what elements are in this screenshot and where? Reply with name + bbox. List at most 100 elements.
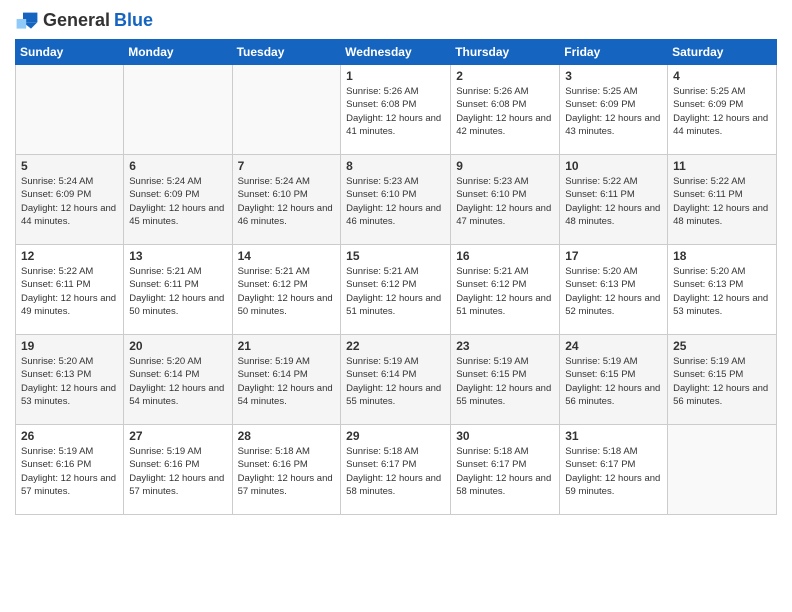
calendar-cell: 23 Sunrise: 5:19 AM Sunset: 6:15 PM Dayli… <box>451 335 560 425</box>
calendar-cell: 20Sunrise: 5:20 AM Sunset: 6:14 PM Dayli… <box>124 335 232 425</box>
day-info: Sunrise: 5:22 AM Sunset: 6:11 PM Dayligh… <box>673 175 771 228</box>
calendar-week-2: 5 Sunrise: 5:24 AM Sunset: 6:09 PM Daylig… <box>16 155 777 245</box>
weekday-header-saturday: Saturday <box>668 40 777 65</box>
day-info: Sunrise: 5:23 AM Sunset: 6:10 PM Dayligh… <box>346 175 445 228</box>
day-info: Sunrise: 5:21 AM Sunset: 6:12 PM Dayligh… <box>456 265 554 318</box>
day-info: Sunrise: 5:18 AM Sunset: 6:16 PM Dayligh… <box>238 445 336 498</box>
calendar-cell: 2 Sunrise: 5:26 AM Sunset: 6:08 PM Daylig… <box>451 65 560 155</box>
weekday-header-tuesday: Tuesday <box>232 40 341 65</box>
day-info: Sunrise: 5:20 AM Sunset: 6:13 PM Dayligh… <box>673 265 771 318</box>
logo: GeneralBlue <box>15 10 153 31</box>
calendar-week-4: 19 Sunrise: 5:20 AM Sunset: 6:13 PM Dayli… <box>16 335 777 425</box>
day-number: 27 <box>129 429 226 443</box>
day-info: Sunrise: 5:26 AM Sunset: 6:08 PM Dayligh… <box>346 85 445 138</box>
day-number: 8 <box>346 159 445 173</box>
calendar-cell: 26 Sunrise: 5:19 AM Sunset: 6:16 PM Dayli… <box>16 425 124 515</box>
calendar-cell <box>16 65 124 155</box>
logo-general: General <box>43 10 110 31</box>
day-number: 23 <box>456 339 554 353</box>
day-info: Sunrise: 5:25 AM Sunset: 6:09 PM Dayligh… <box>673 85 771 138</box>
day-number: 16 <box>456 249 554 263</box>
day-number: 4 <box>673 69 771 83</box>
calendar-cell: 9 Sunrise: 5:23 AM Sunset: 6:10 PM Daylig… <box>451 155 560 245</box>
day-number: 15 <box>346 249 445 263</box>
day-number: 2 <box>456 69 554 83</box>
calendar-cell <box>668 425 777 515</box>
calendar-cell: 19 Sunrise: 5:20 AM Sunset: 6:13 PM Dayli… <box>16 335 124 425</box>
calendar-cell: 1 Sunrise: 5:26 AM Sunset: 6:08 PM Daylig… <box>341 65 451 155</box>
logo-icon <box>15 11 39 31</box>
day-info: Sunrise: 5:19 AM Sunset: 6:16 PM Dayligh… <box>129 445 226 498</box>
day-number: 26 <box>21 429 118 443</box>
day-number: 1 <box>346 69 445 83</box>
day-number: 6 <box>129 159 226 173</box>
weekday-header-sunday: Sunday <box>16 40 124 65</box>
day-number: 9 <box>456 159 554 173</box>
day-number: 22 <box>346 339 445 353</box>
calendar-cell: 27 Sunrise: 5:19 AM Sunset: 6:16 PM Dayli… <box>124 425 232 515</box>
day-number: 28 <box>238 429 336 443</box>
calendar-cell: 17Sunrise: 5:20 AM Sunset: 6:13 PM Dayli… <box>560 245 668 335</box>
calendar-week-1: 1 Sunrise: 5:26 AM Sunset: 6:08 PM Daylig… <box>16 65 777 155</box>
weekday-header-wednesday: Wednesday <box>341 40 451 65</box>
day-info: Sunrise: 5:24 AM Sunset: 6:10 PM Dayligh… <box>238 175 336 228</box>
calendar-cell: 10Sunrise: 5:22 AM Sunset: 6:11 PM Dayli… <box>560 155 668 245</box>
calendar-cell: 4 Sunrise: 5:25 AM Sunset: 6:09 PM Daylig… <box>668 65 777 155</box>
calendar-cell <box>232 65 341 155</box>
calendar-cell: 16 Sunrise: 5:21 AM Sunset: 6:12 PM Dayli… <box>451 245 560 335</box>
calendar-cell: 15Sunrise: 5:21 AM Sunset: 6:12 PM Dayli… <box>341 245 451 335</box>
day-info: Sunrise: 5:21 AM Sunset: 6:12 PM Dayligh… <box>238 265 336 318</box>
day-number: 29 <box>346 429 445 443</box>
day-info: Sunrise: 5:26 AM Sunset: 6:08 PM Dayligh… <box>456 85 554 138</box>
logo-blue: Blue <box>114 10 153 31</box>
day-info: Sunrise: 5:18 AM Sunset: 6:17 PM Dayligh… <box>346 445 445 498</box>
calendar-cell: 6Sunrise: 5:24 AM Sunset: 6:09 PM Daylig… <box>124 155 232 245</box>
calendar-cell: 7 Sunrise: 5:24 AM Sunset: 6:10 PM Daylig… <box>232 155 341 245</box>
calendar-cell: 14 Sunrise: 5:21 AM Sunset: 6:12 PM Dayli… <box>232 245 341 335</box>
day-info: Sunrise: 5:20 AM Sunset: 6:14 PM Dayligh… <box>129 355 226 408</box>
calendar-cell: 22 Sunrise: 5:19 AM Sunset: 6:14 PM Dayli… <box>341 335 451 425</box>
calendar-week-5: 26 Sunrise: 5:19 AM Sunset: 6:16 PM Dayli… <box>16 425 777 515</box>
calendar-cell: 8 Sunrise: 5:23 AM Sunset: 6:10 PM Daylig… <box>341 155 451 245</box>
page-header: GeneralBlue <box>15 10 777 31</box>
day-info: Sunrise: 5:22 AM Sunset: 6:11 PM Dayligh… <box>21 265 118 318</box>
weekday-header-monday: Monday <box>124 40 232 65</box>
day-info: Sunrise: 5:20 AM Sunset: 6:13 PM Dayligh… <box>565 265 662 318</box>
day-info: Sunrise: 5:20 AM Sunset: 6:13 PM Dayligh… <box>21 355 118 408</box>
day-number: 24 <box>565 339 662 353</box>
day-number: 18 <box>673 249 771 263</box>
calendar-cell: 24 Sunrise: 5:19 AM Sunset: 6:15 PM Dayli… <box>560 335 668 425</box>
day-info: Sunrise: 5:19 AM Sunset: 6:16 PM Dayligh… <box>21 445 118 498</box>
day-number: 7 <box>238 159 336 173</box>
day-number: 10 <box>565 159 662 173</box>
day-number: 3 <box>565 69 662 83</box>
day-info: Sunrise: 5:18 AM Sunset: 6:17 PM Dayligh… <box>565 445 662 498</box>
day-info: Sunrise: 5:19 AM Sunset: 6:15 PM Dayligh… <box>565 355 662 408</box>
calendar-cell: 12 Sunrise: 5:22 AM Sunset: 6:11 PM Dayli… <box>16 245 124 335</box>
calendar-week-3: 12 Sunrise: 5:22 AM Sunset: 6:11 PM Dayli… <box>16 245 777 335</box>
day-number: 19 <box>21 339 118 353</box>
calendar-cell: 11 Sunrise: 5:22 AM Sunset: 6:11 PM Dayli… <box>668 155 777 245</box>
day-info: Sunrise: 5:19 AM Sunset: 6:14 PM Dayligh… <box>346 355 445 408</box>
calendar-cell: 21Sunrise: 5:19 AM Sunset: 6:14 PM Dayli… <box>232 335 341 425</box>
day-number: 13 <box>129 249 226 263</box>
day-info: Sunrise: 5:23 AM Sunset: 6:10 PM Dayligh… <box>456 175 554 228</box>
day-number: 25 <box>673 339 771 353</box>
day-number: 11 <box>673 159 771 173</box>
calendar-cell: 3Sunrise: 5:25 AM Sunset: 6:09 PM Daylig… <box>560 65 668 155</box>
calendar-table: SundayMondayTuesdayWednesdayThursdayFrid… <box>15 39 777 515</box>
day-number: 12 <box>21 249 118 263</box>
calendar-cell: 13Sunrise: 5:21 AM Sunset: 6:11 PM Dayli… <box>124 245 232 335</box>
day-info: Sunrise: 5:24 AM Sunset: 6:09 PM Dayligh… <box>21 175 118 228</box>
calendar-cell: 28 Sunrise: 5:18 AM Sunset: 6:16 PM Dayli… <box>232 425 341 515</box>
calendar-cell: 25 Sunrise: 5:19 AM Sunset: 6:15 PM Dayli… <box>668 335 777 425</box>
calendar-cell: 29 Sunrise: 5:18 AM Sunset: 6:17 PM Dayli… <box>341 425 451 515</box>
day-info: Sunrise: 5:19 AM Sunset: 6:15 PM Dayligh… <box>673 355 771 408</box>
weekday-header-friday: Friday <box>560 40 668 65</box>
calendar-cell <box>124 65 232 155</box>
day-number: 14 <box>238 249 336 263</box>
day-number: 5 <box>21 159 118 173</box>
weekday-header-row: SundayMondayTuesdayWednesdayThursdayFrid… <box>16 40 777 65</box>
calendar-cell: 5 Sunrise: 5:24 AM Sunset: 6:09 PM Daylig… <box>16 155 124 245</box>
day-info: Sunrise: 5:19 AM Sunset: 6:15 PM Dayligh… <box>456 355 554 408</box>
